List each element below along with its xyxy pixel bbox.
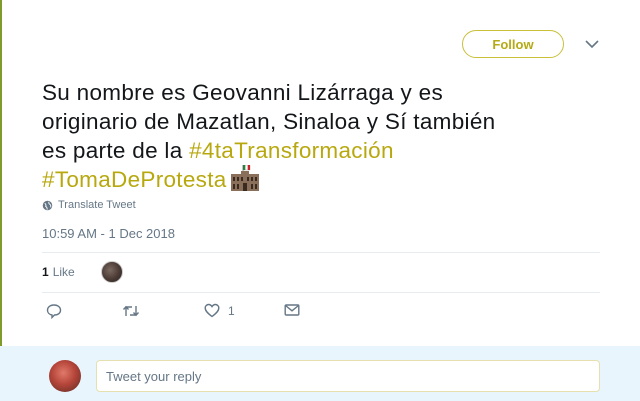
- likes-count: 1: [42, 265, 49, 279]
- retweet-icon: [122, 305, 140, 317]
- tweet-text-line-2: originario de Mazatlan, Sinaloa y Sí tam…: [42, 109, 496, 134]
- tweet-text-line-4: #TomaDeProtesta: [42, 165, 622, 194]
- tweet-text-line-3: es parte de la #4taTransformación: [42, 136, 622, 165]
- chevron-down-icon[interactable]: [584, 38, 600, 50]
- tweet-header: Follow: [0, 0, 640, 70]
- hashtag-4ta-transformacion[interactable]: #4taTransformación: [189, 138, 394, 163]
- retweet-button[interactable]: [122, 303, 140, 319]
- follow-button[interactable]: Follow: [462, 30, 564, 58]
- translate-tweet-label: Translate Tweet: [58, 199, 136, 211]
- heart-icon: [204, 303, 220, 318]
- mexican-palace-flag-emoji: [230, 165, 259, 191]
- tweet-timestamp[interactable]: 10:59 AM - 1 Dec 2018: [42, 226, 175, 241]
- tweet-text-line-3-prefix: es parte de la: [42, 138, 190, 163]
- likes-label: Like: [52, 265, 75, 279]
- tweet-text: Su nombre es Geovanni Lizárraga y es ori…: [42, 78, 622, 194]
- direct-message-button[interactable]: [284, 303, 300, 317]
- tweet-reply-input[interactable]: [96, 360, 600, 392]
- liker-avatar[interactable]: [101, 261, 123, 283]
- tweet-text-line-1: Su nombre es Geovanni Lizárraga y es: [42, 80, 444, 105]
- divider: [42, 252, 600, 253]
- follow-button-label: Follow: [492, 36, 534, 52]
- translate-tweet-link[interactable]: Translate Tweet: [42, 199, 136, 211]
- reply-icon: [46, 304, 62, 319]
- hashtag-toma-de-protesta[interactable]: #TomaDeProtesta: [42, 167, 227, 192]
- likes-stat[interactable]: 1 Like: [42, 262, 75, 282]
- like-button[interactable]: 1: [204, 303, 235, 318]
- reply-button[interactable]: [46, 303, 62, 319]
- envelope-icon: [284, 304, 300, 316]
- globe-icon: [42, 200, 53, 210]
- divider: [42, 292, 600, 293]
- user-avatar[interactable]: [49, 360, 81, 392]
- like-count: 1: [228, 303, 235, 318]
